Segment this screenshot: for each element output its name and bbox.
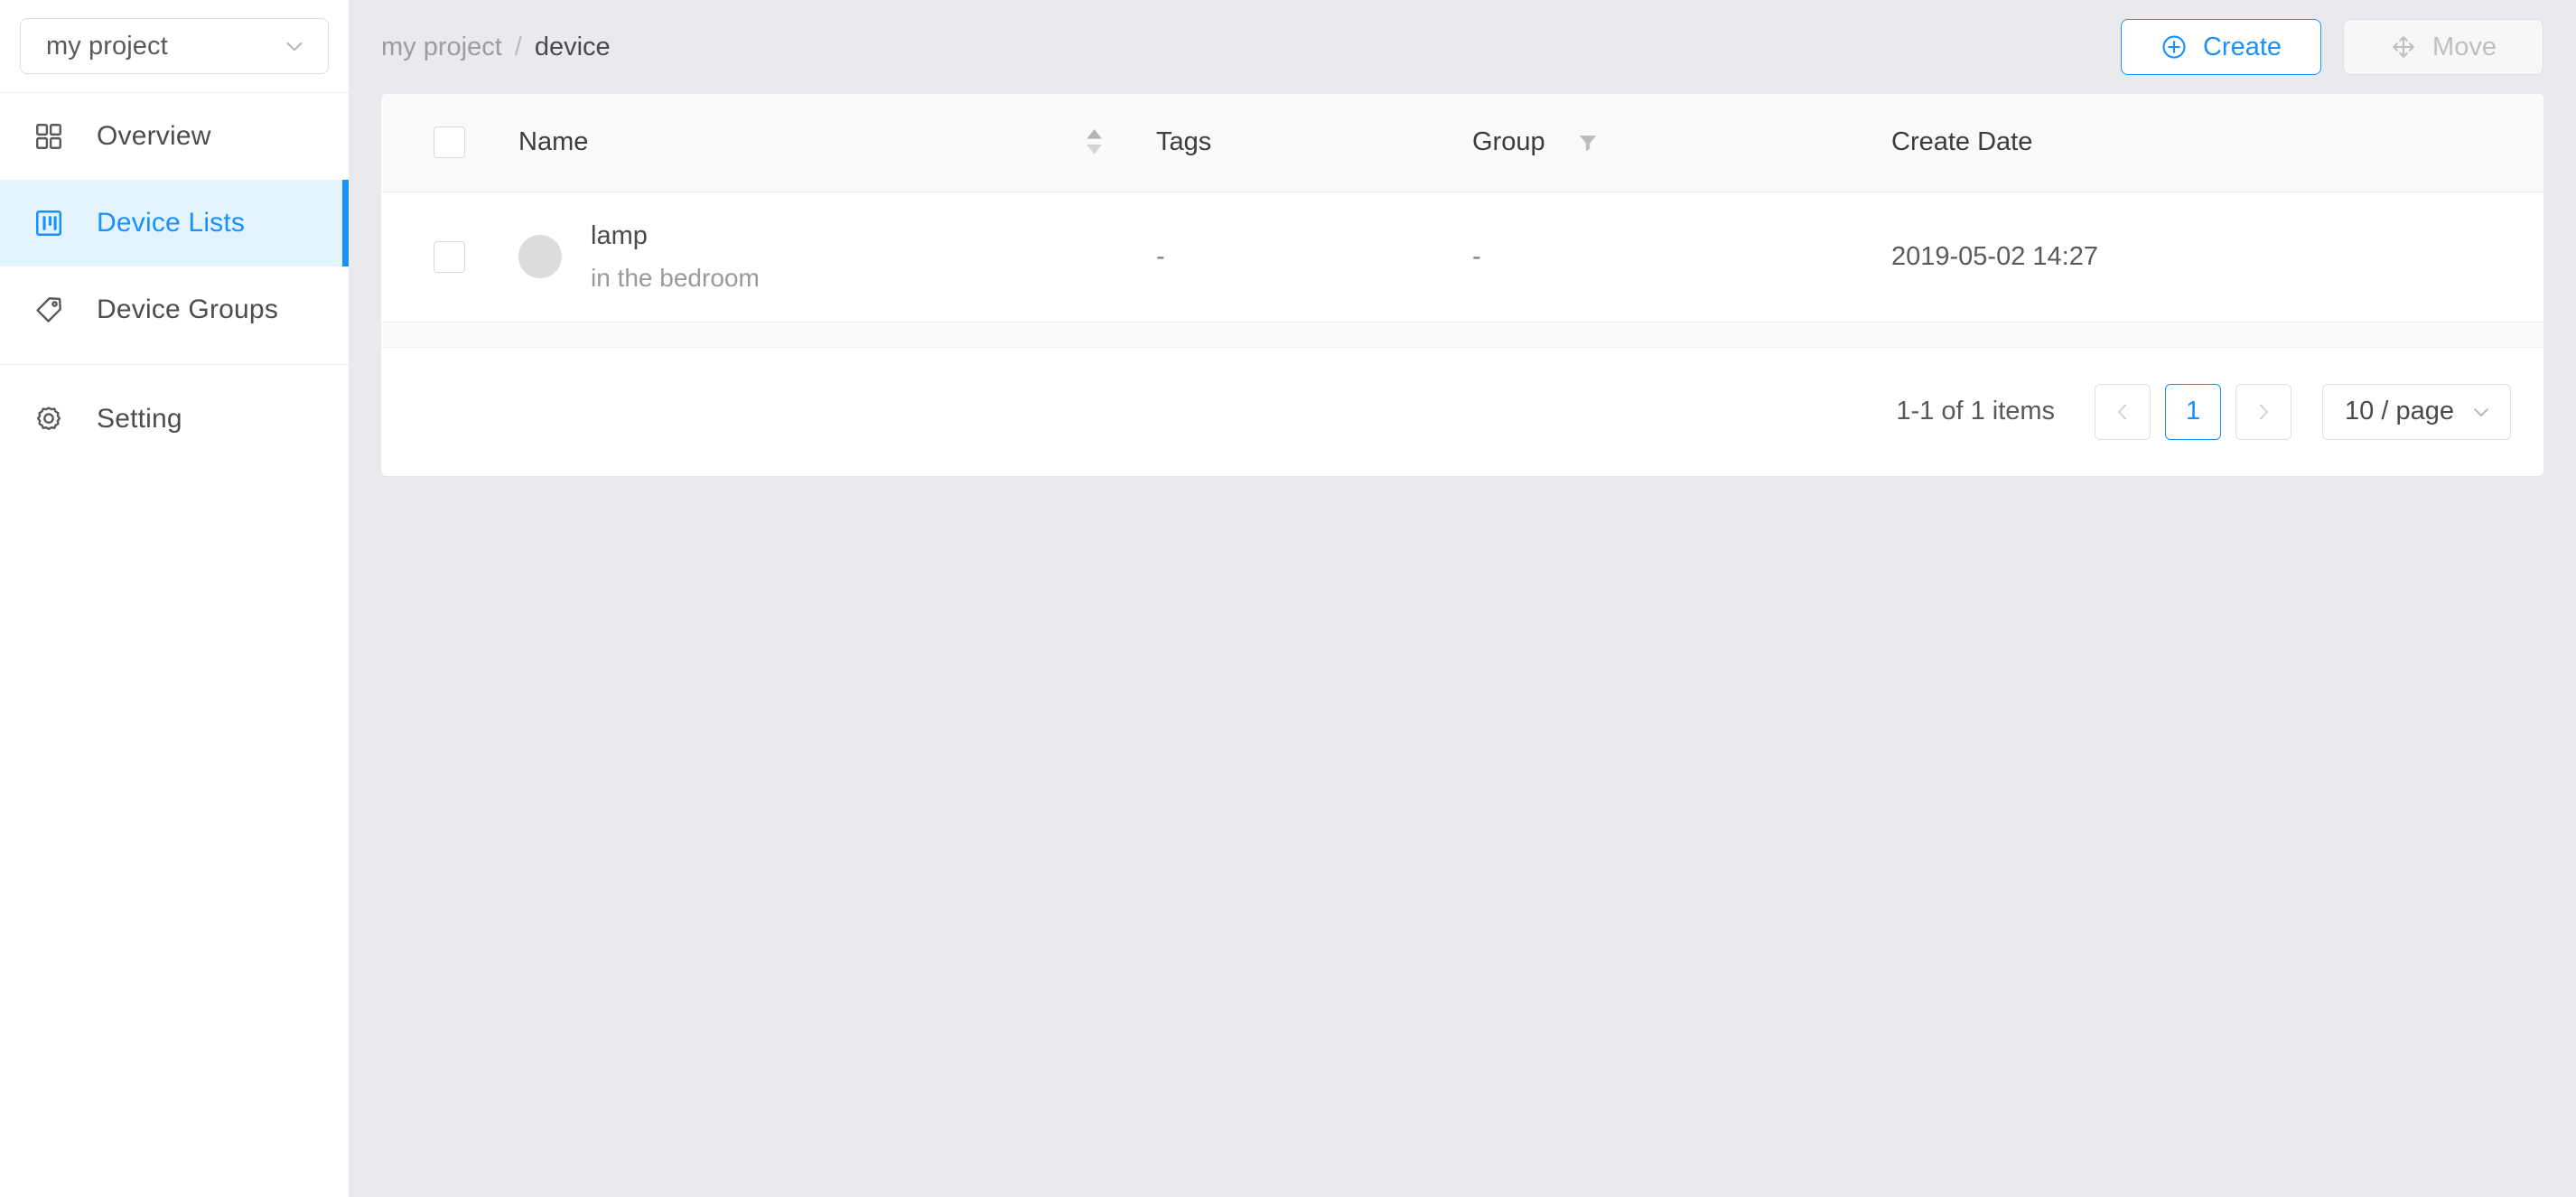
- sidebar-item-label: Overview: [97, 121, 211, 151]
- device-text: lamp in the bedroom: [591, 220, 760, 294]
- breadcrumb-current: device: [534, 32, 611, 61]
- device-table-card: Name Tags Group Create Date lamp in the …: [381, 94, 2543, 476]
- device-description: in the bedroom: [591, 264, 760, 293]
- group-value: -: [1472, 241, 1481, 271]
- page-size-selector[interactable]: 10 / page: [2322, 383, 2511, 440]
- breadcrumb-separator: /: [514, 32, 522, 61]
- project-selector[interactable]: my project: [20, 18, 329, 74]
- row-cell-create-date: 2019-05-02 14:27: [1837, 192, 2543, 323]
- pagination-page-label: 1: [2185, 397, 2201, 425]
- sidebar-nav: Overview Device Lists Device Groups Sett…: [0, 93, 349, 463]
- header-cell-group: Group: [1449, 94, 1837, 192]
- sidebar-item-device-groups[interactable]: Device Groups: [0, 267, 349, 353]
- tags-value: -: [1156, 241, 1165, 271]
- table-footer-strip: [381, 322, 2543, 348]
- table-body: lamp in the bedroom - - 2019-05-02 14:27: [381, 192, 2543, 323]
- move-button-label: Move: [2432, 32, 2497, 61]
- sidebar-item-overview[interactable]: Overview: [0, 93, 349, 180]
- header-cell-select-all: [381, 94, 518, 192]
- pagination: 1-1 of 1 items 1 10 / page: [381, 347, 2543, 476]
- header-label-tags: Tags: [1156, 127, 1212, 157]
- sort-arrows-icon[interactable]: [1084, 129, 1104, 155]
- board-icon: [32, 206, 66, 240]
- gear-icon: [32, 402, 66, 436]
- grid-icon: [32, 119, 66, 154]
- row-cell-select: [381, 192, 518, 323]
- topbar: my project / device Create Move: [349, 0, 2576, 94]
- create-date-value: 2019-05-02 14:27: [1891, 241, 2098, 271]
- chevron-down-icon: [283, 34, 306, 58]
- sidebar-item-label: Device Groups: [97, 295, 279, 324]
- sidebar: my project Overview Device Lists Device …: [0, 0, 349, 1197]
- row-cell-group: -: [1449, 192, 1837, 323]
- header-label-name: Name: [518, 127, 589, 157]
- sidebar-item-device-lists[interactable]: Device Lists: [0, 180, 349, 267]
- create-button[interactable]: Create: [2121, 19, 2321, 75]
- header-label-create-date: Create Date: [1891, 127, 2033, 157]
- sidebar-item-label: Setting: [97, 404, 182, 434]
- filter-icon[interactable]: [1576, 131, 1600, 154]
- move-button[interactable]: Move: [2343, 19, 2543, 75]
- pagination-prev-button[interactable]: [2095, 383, 2151, 440]
- row-checkbox[interactable]: [434, 240, 465, 273]
- plus-circle-icon: [2161, 33, 2188, 61]
- select-all-checkbox[interactable]: [434, 126, 465, 159]
- move-arrows-icon: [2390, 33, 2417, 61]
- pagination-summary: 1-1 of 1 items: [1896, 397, 2056, 425]
- pagination-next-button[interactable]: [2235, 383, 2292, 440]
- header-cell-name[interactable]: Name: [518, 94, 1133, 192]
- sidebar-item-setting[interactable]: Setting: [0, 376, 349, 463]
- device-name[interactable]: lamp: [591, 220, 760, 252]
- chevron-down-icon: [2470, 401, 2492, 423]
- sidebar-item-label: Device Lists: [97, 208, 246, 238]
- table-head: Name Tags Group Create Date: [381, 94, 2543, 192]
- main-content: my project / device Create Move Name Tag…: [349, 0, 2576, 1197]
- project-selector-wrap: my project: [0, 0, 349, 74]
- create-button-label: Create: [2202, 32, 2282, 61]
- table-row[interactable]: lamp in the bedroom - - 2019-05-02 14:27: [381, 192, 2543, 323]
- row-cell-name: lamp in the bedroom: [518, 192, 1133, 323]
- header-label-group: Group: [1472, 127, 1545, 157]
- tag-icon: [32, 293, 66, 327]
- app-root: my project Overview Device Lists Device …: [0, 0, 2576, 1197]
- header-cell-tags: Tags: [1133, 94, 1449, 192]
- header-cell-create-date: Create Date: [1837, 94, 2543, 192]
- project-selector-value: my project: [46, 31, 168, 61]
- row-cell-tags: -: [1133, 192, 1449, 323]
- device-table: Name Tags Group Create Date lamp in the …: [381, 94, 2543, 323]
- breadcrumb: my project / device: [381, 33, 611, 62]
- pagination-page-1[interactable]: 1: [2165, 383, 2222, 440]
- breadcrumb-parent[interactable]: my project: [381, 33, 502, 62]
- sidebar-divider: [0, 364, 349, 365]
- table-header-row: Name Tags Group Create Date: [381, 94, 2543, 192]
- page-size-label: 10 / page: [2345, 397, 2454, 425]
- avatar: [518, 235, 562, 278]
